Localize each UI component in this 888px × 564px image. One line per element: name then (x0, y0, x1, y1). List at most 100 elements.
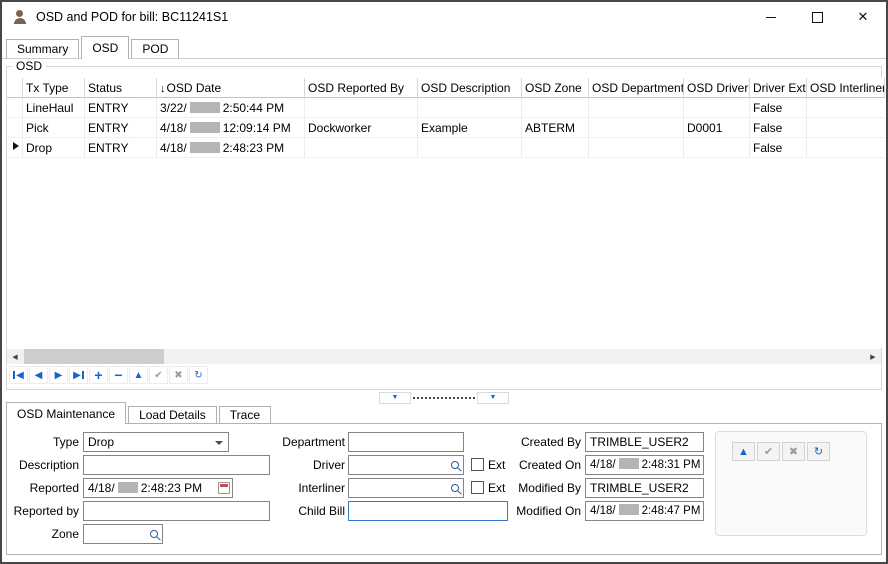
redacted-year (619, 458, 639, 469)
minimize-button[interactable] (748, 2, 794, 32)
driver-input[interactable] (348, 455, 464, 475)
column-header-osd-date-label: OSD Date (167, 81, 222, 95)
tab-pod[interactable]: POD (131, 39, 179, 58)
cell-tx-type: Drop (23, 138, 85, 158)
nav-next-button[interactable]: ▶ (49, 366, 68, 384)
nav-refresh-button[interactable]: ↻ (189, 366, 208, 384)
detail-navigator-panel: ▲ ✔ ✖ ↻ (715, 431, 867, 536)
modified-on-input[interactable]: 4/18/2:48:47 PM (585, 501, 704, 521)
close-button[interactable]: ✕ (840, 2, 886, 32)
interliner-ext-label: Ext (488, 478, 505, 498)
column-header-osd-date[interactable]: ↓OSD Date (157, 78, 305, 98)
scroll-left-button[interactable]: ◀ (7, 349, 23, 364)
tab-summary[interactable]: Summary (6, 39, 79, 58)
zone-input[interactable] (83, 524, 163, 544)
grid-row[interactable]: LineHaul ENTRY 3/22/2:50:44 PM False (7, 98, 885, 118)
driver-ext-checkbox[interactable] (471, 458, 484, 471)
redacted-year (118, 482, 138, 493)
department-input[interactable] (348, 432, 464, 452)
chevron-down-icon[interactable] (215, 441, 223, 445)
grid-row[interactable]: Pick ENTRY 4/18/12:09:14 PM Dockworker E… (7, 118, 885, 138)
last-record-icon: ▶ (73, 370, 81, 381)
modified-by-input[interactable]: TRIMBLE_USER2 (585, 478, 704, 498)
column-header-osd-description[interactable]: OSD Description (418, 78, 522, 98)
cell-driver-ext: False (750, 138, 807, 158)
date-suffix: 2:48:23 PM (141, 481, 202, 495)
nav-post-button[interactable]: ✔ (149, 366, 168, 384)
child-bill-input[interactable] (348, 501, 508, 521)
modified-on-label: Modified On (505, 501, 581, 521)
interliner-input[interactable] (348, 478, 464, 498)
cell-osd-department (589, 118, 684, 138)
type-value: Drop (88, 435, 114, 449)
tab-load-details[interactable]: Load Details (128, 406, 217, 423)
nav-prior-button[interactable]: ◀ (29, 366, 48, 384)
magnifier-icon (451, 484, 459, 492)
interliner-lookup-button[interactable] (447, 481, 462, 495)
description-input[interactable] (83, 455, 270, 475)
driver-lookup-button[interactable] (447, 458, 462, 472)
zone-lookup-button[interactable] (146, 527, 161, 541)
date-picker-icon[interactable] (218, 482, 230, 494)
maximize-button[interactable] (794, 2, 840, 32)
tab-osd[interactable]: OSD (81, 36, 129, 59)
column-header-osd-reported-by[interactable]: OSD Reported By (305, 78, 418, 98)
title-bar[interactable]: OSD and POD for bill: BC11241S1 ✕ (2, 2, 886, 32)
date-suffix: 12:09:14 PM (223, 121, 291, 135)
splitter-grip[interactable] (413, 397, 475, 399)
column-header-osd-interliner[interactable]: OSD Interliner (807, 78, 885, 98)
nav-insert-button[interactable]: + (89, 366, 108, 384)
column-header-osd-driver[interactable]: OSD Driver (684, 78, 750, 98)
tab-osd-maintenance[interactable]: OSD Maintenance (6, 402, 126, 424)
interliner-ext-checkbox[interactable] (471, 481, 484, 494)
cell-driver-ext: False (750, 118, 807, 138)
scroll-right-button[interactable]: ▶ (865, 349, 881, 364)
redacted-year (190, 142, 220, 153)
cell-osd-date: 4/18/2:48:23 PM (157, 138, 305, 158)
app-icon[interactable] (12, 9, 28, 25)
date-prefix: 4/18/ (160, 141, 187, 155)
nav-delete-button[interactable]: − (109, 366, 128, 384)
cancel-edit-icon: ✖ (789, 445, 798, 458)
column-header-status[interactable]: Status (85, 78, 157, 98)
created-on-input[interactable]: 4/18/2:48:31 PM (585, 455, 704, 475)
type-combobox[interactable]: Drop (83, 432, 229, 452)
nav-last-button[interactable]: ▶ (69, 366, 88, 384)
date-prefix: 4/18/ (590, 459, 616, 471)
minimize-icon (766, 17, 776, 18)
close-icon: ✕ (858, 9, 869, 25)
reported-by-input[interactable] (83, 501, 270, 521)
cell-status: ENTRY (85, 118, 157, 138)
osd-maintenance-panel: Type Drop Description Reported 4/18/2:48… (6, 423, 882, 555)
detail-cancel-button[interactable]: ✖ (782, 442, 805, 461)
nav-first-button[interactable]: ◀ (9, 366, 28, 384)
created-by-input[interactable]: TRIMBLE_USER2 (585, 432, 704, 452)
cell-status: ENTRY (85, 138, 157, 158)
cell-osd-date: 3/22/2:50:44 PM (157, 98, 305, 118)
tab-trace[interactable]: Trace (219, 406, 271, 423)
osd-groupbox-label: OSD (12, 59, 46, 73)
reported-datetime-input[interactable]: 4/18/2:48:23 PM (83, 478, 233, 498)
nav-edit-button[interactable]: ▲ (129, 366, 148, 384)
grid-row-current[interactable]: Drop ENTRY 4/18/2:48:23 PM False (7, 138, 885, 158)
delete-record-icon: − (114, 367, 122, 383)
reported-label: Reported (7, 478, 79, 498)
splitter-collapse-left-button[interactable]: ▼ (379, 392, 411, 404)
column-header-osd-zone[interactable]: OSD Zone (522, 78, 589, 98)
column-header-driver-ext[interactable]: Driver Ext (750, 78, 807, 98)
scrollbar-thumb[interactable] (24, 349, 164, 364)
detail-refresh-button[interactable]: ↻ (807, 442, 830, 461)
column-header-osd-department[interactable]: OSD Department (589, 78, 684, 98)
column-header-tx-type[interactable]: Tx Type (23, 78, 85, 98)
detail-post-button[interactable]: ✔ (757, 442, 780, 461)
splitter-collapse-right-button[interactable]: ▼ (477, 392, 509, 404)
horizontal-scrollbar[interactable]: ◀ ▶ (7, 349, 881, 364)
cell-osd-reported-by (305, 138, 418, 158)
redacted-year (190, 122, 220, 133)
detail-edit-button[interactable]: ▲ (732, 442, 755, 461)
cell-status: ENTRY (85, 98, 157, 118)
first-record-icon: ◀ (16, 370, 24, 381)
nav-cancel-button[interactable]: ✖ (169, 366, 188, 384)
magnifier-icon (150, 530, 158, 538)
cell-osd-reported-by: Dockworker (305, 118, 418, 138)
